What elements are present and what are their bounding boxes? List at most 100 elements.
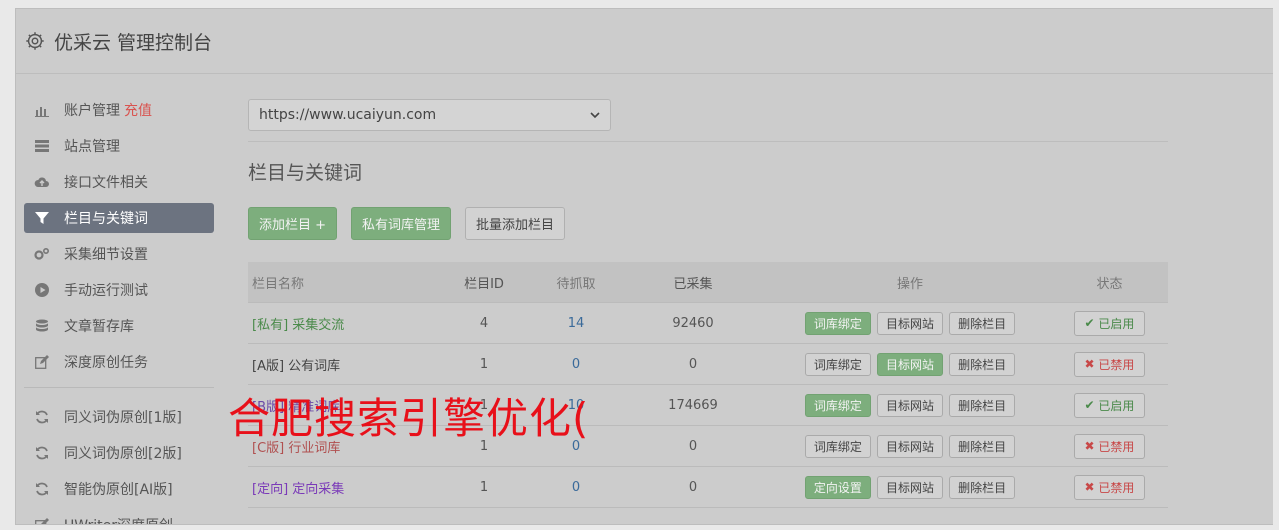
ops-cell: 词库绑定 目标网站 删除栏目 xyxy=(769,302,1051,344)
sidebar-item-manual-run[interactable]: 手动运行测试 xyxy=(24,275,214,305)
status-cell: ✔ 已启用 xyxy=(1051,384,1168,426)
console-panel: 优采云 管理控制台 账户管理 充值 站点管理 接口文件相关 栏目与关键词 采集细… xyxy=(15,8,1275,525)
bind-lib-button[interactable]: 词库绑定 xyxy=(804,434,871,458)
times-icon: ✖ xyxy=(1084,439,1099,453)
status-toggle[interactable]: ✖ 已禁用 xyxy=(1073,433,1146,459)
header-status: 状态 xyxy=(1096,276,1123,292)
target-site-button[interactable]: 目标网站 xyxy=(876,475,943,499)
sidebar-item-label: 智能伪原创[AI版] xyxy=(64,482,173,498)
sidebar-item-label: 手动运行测试 xyxy=(64,283,148,299)
status-cell: ✖ 已禁用 xyxy=(1051,466,1168,508)
sidebar-item-interface-files[interactable]: 接口文件相关 xyxy=(24,167,214,197)
private-lib-button[interactable]: 私有词库管理 xyxy=(351,207,452,240)
bar-chart-icon xyxy=(34,102,50,118)
site-select-value: https://www.ucaiyun.com xyxy=(259,107,437,123)
header-name: 栏目名称 xyxy=(252,276,305,292)
refresh-icon xyxy=(34,445,50,461)
sidebar-item-account[interactable]: 账户管理 充值 xyxy=(24,95,214,125)
cogs-icon xyxy=(34,246,50,262)
pending-count: 0 xyxy=(535,466,617,508)
collected-count: 174669 xyxy=(617,384,769,426)
section-title: 栏目与关键词 xyxy=(248,162,363,184)
sidebar: 账户管理 充值 站点管理 接口文件相关 栏目与关键词 采集细节设置 手动运行测试… xyxy=(24,95,214,524)
batch-add-button[interactable]: 批量添加栏目 xyxy=(465,207,566,240)
times-icon: ✖ xyxy=(1084,480,1099,494)
sidebar-item-collect-settings[interactable]: 采集细节设置 xyxy=(24,239,214,269)
refresh-icon xyxy=(34,409,50,425)
column-id: 4 xyxy=(433,302,535,344)
collected-count: 0 xyxy=(617,343,769,385)
sidebar-item-columns-keywords[interactable]: 栏目与关键词 xyxy=(24,203,214,233)
page-edge xyxy=(1273,8,1279,528)
status-cell: ✖ 已禁用 xyxy=(1051,425,1168,467)
delete-column-button[interactable]: 删除栏目 xyxy=(949,393,1016,417)
column-name: [A版] 公有词库 xyxy=(248,343,433,385)
ops-cell: 词库绑定 目标网站 删除栏目 xyxy=(769,425,1051,467)
sidebar-item-label: 接口文件相关 xyxy=(64,175,148,191)
table-row: [私有] 采集交流 4 14 92460 词库绑定 目标网站 删除栏目 ✔ 已启… xyxy=(248,302,1168,344)
header: 优采云 管理控制台 xyxy=(16,9,1274,74)
column-id: 1 xyxy=(433,466,535,508)
ops-cell: 词库绑定 目标网站 删除栏目 xyxy=(769,343,1051,385)
sidebar-item-label: 站点管理 xyxy=(64,139,120,155)
recharge-link[interactable]: 充值 xyxy=(124,100,152,120)
pending-count: 14 xyxy=(535,302,617,344)
sidebar-item-label: 深度原创任务 xyxy=(64,355,148,371)
delete-column-button[interactable]: 删除栏目 xyxy=(949,352,1016,376)
status-label: 已禁用 xyxy=(1098,439,1135,454)
status-toggle[interactable]: ✖ 已禁用 xyxy=(1073,474,1146,500)
divider xyxy=(248,141,1168,142)
collected-count: 0 xyxy=(617,425,769,467)
bind-lib-button[interactable]: 词库绑定 xyxy=(804,352,871,376)
sidebar-item-label: 账户管理 xyxy=(64,103,120,119)
sidebar-item-synonym-v1[interactable]: 同义词伪原创[1版] xyxy=(24,402,214,432)
status-cell: ✖ 已禁用 xyxy=(1051,343,1168,385)
target-site-button[interactable]: 目标网站 xyxy=(876,352,943,376)
sidebar-item-deep-original[interactable]: 深度原创任务 xyxy=(24,347,214,377)
sidebar-item-article-store[interactable]: 文章暂存库 xyxy=(24,311,214,341)
sidebar-item-synonym-v2[interactable]: 同义词伪原创[2版] xyxy=(24,438,214,468)
status-toggle[interactable]: ✖ 已禁用 xyxy=(1073,351,1146,377)
sidebar-item-label: 同义词伪原创[2版] xyxy=(64,446,182,462)
check-icon: ✔ xyxy=(1084,398,1099,412)
header-ops: 操作 xyxy=(896,276,923,292)
sidebar-item-label: 同义词伪原创[1版] xyxy=(64,410,182,426)
sidebar-item-label: 文章暂存库 xyxy=(64,319,134,335)
sidebar-item-label: 采集细节设置 xyxy=(64,247,148,263)
sidebar-divider xyxy=(24,387,214,388)
target-site-button[interactable]: 目标网站 xyxy=(876,434,943,458)
column-id: 1 xyxy=(433,343,535,385)
delete-column-button[interactable]: 删除栏目 xyxy=(949,434,1016,458)
bind-lib-button[interactable]: 词库绑定 xyxy=(804,393,871,417)
status-cell: ✔ 已启用 xyxy=(1051,302,1168,344)
status-label: 已禁用 xyxy=(1098,357,1135,372)
status-toggle[interactable]: ✔ 已启用 xyxy=(1073,310,1146,336)
page-title: 优采云 管理控制台 xyxy=(54,31,213,54)
overlay-watermark-text: 合肥搜索引擎优化( xyxy=(228,394,590,443)
delete-column-button[interactable]: 删除栏目 xyxy=(949,475,1016,499)
sidebar-item-uwriter[interactable]: UWriter深度原创 xyxy=(24,510,214,524)
sidebar-item-sites[interactable]: 站点管理 xyxy=(24,131,214,161)
gear-icon xyxy=(26,32,44,50)
filter-icon xyxy=(34,210,50,226)
add-column-button[interactable]: 添加栏目 + xyxy=(248,207,338,240)
status-label: 已禁用 xyxy=(1098,480,1135,495)
target-site-button[interactable]: 目标网站 xyxy=(876,311,943,335)
sidebar-item-label: UWriter深度原创 xyxy=(64,515,173,524)
chevron-down-icon xyxy=(590,111,600,118)
target-site-button[interactable]: 目标网站 xyxy=(876,393,943,417)
table-row: [A版] 公有词库 1 0 0 词库绑定 目标网站 删除栏目 ✖ 已禁用 xyxy=(248,343,1168,385)
server-icon xyxy=(34,138,50,154)
app-frame: 优采云 管理控制台 账户管理 充值 站点管理 接口文件相关 栏目与关键词 采集细… xyxy=(0,0,1279,530)
header-id: 栏目ID xyxy=(464,276,504,292)
collected-count: 0 xyxy=(617,466,769,508)
delete-column-button[interactable]: 删除栏目 xyxy=(949,311,1016,335)
sidebar-item-ai-rewrite[interactable]: 智能伪原创[AI版] xyxy=(24,474,214,504)
ops-cell: 定向设置 目标网站 删除栏目 xyxy=(769,466,1051,508)
site-select[interactable]: https://www.ucaiyun.com xyxy=(248,99,611,131)
edit-icon xyxy=(34,517,50,524)
status-toggle[interactable]: ✔ 已启用 xyxy=(1073,392,1146,418)
direct-settings-button[interactable]: 定向设置 xyxy=(804,475,871,499)
bind-lib-button[interactable]: 词库绑定 xyxy=(804,311,871,335)
header-pending: 待抓取 xyxy=(556,276,596,292)
